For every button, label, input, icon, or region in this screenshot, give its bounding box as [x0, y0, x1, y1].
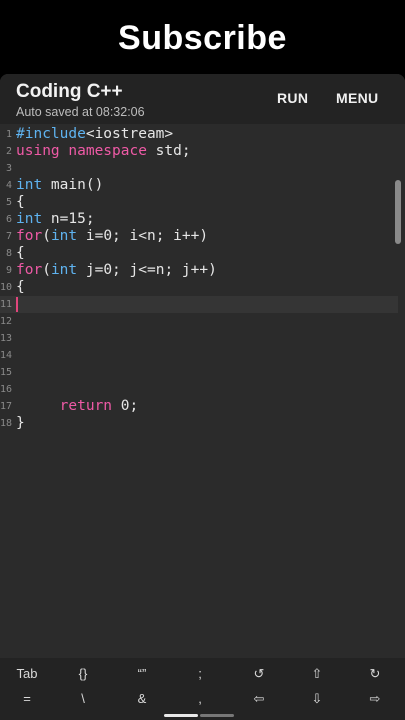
page-indicator-active — [164, 714, 198, 717]
extra-key[interactable]: ↺ — [234, 662, 284, 686]
code-token: std; — [146, 143, 191, 159]
code-keyword: return — [59, 398, 113, 414]
code-line[interactable]: 14 — [0, 347, 398, 364]
banner-title: Subscribe — [118, 18, 287, 57]
extra-key[interactable]: ⇦ — [234, 687, 284, 711]
code-text: { — [16, 279, 25, 296]
run-button[interactable]: RUN — [277, 90, 308, 106]
code-text: for(int i=0; i<n; i++) — [16, 228, 208, 245]
code-token: n=15; — [42, 211, 95, 227]
extra-key[interactable]: , — [175, 687, 225, 711]
code-line[interactable]: 16 — [0, 381, 398, 398]
extra-key[interactable]: {} — [58, 662, 108, 686]
extra-key[interactable]: “” — [117, 662, 167, 686]
extra-key[interactable]: ⇧ — [292, 662, 342, 686]
code-token: main() — [42, 177, 104, 193]
code-line[interactable]: 8{ — [0, 245, 398, 262]
code-text: int main() — [16, 177, 103, 194]
code-line[interactable]: 15 — [0, 364, 398, 381]
code-text: return 0; — [16, 398, 139, 415]
autosave-status: Auto saved at 08:32:06 — [16, 105, 145, 119]
code-editor-app: Coding C++ Auto saved at 08:32:06 RUN ME… — [0, 74, 405, 720]
code-line[interactable]: 4 int main() — [0, 177, 398, 194]
code-line[interactable]: 7 for(int i=0; i<n; i++) — [0, 228, 398, 245]
code-keyword: using namespace — [16, 143, 147, 159]
code-keyword: for — [16, 262, 43, 278]
code-line[interactable]: 18} — [0, 415, 398, 432]
code-line[interactable]: 5{ — [0, 194, 398, 211]
app-title: Coding C++ — [16, 81, 123, 102]
line-number: 10 — [0, 282, 13, 293]
code-line[interactable]: 13 — [0, 330, 398, 347]
extra-key[interactable]: Tab — [2, 662, 52, 686]
code-line[interactable]: 1 #include<iostream> — [0, 126, 398, 143]
code-line[interactable]: 10{ — [0, 279, 398, 296]
code-editor[interactable]: 1 #include<iostream> 2 using namespace std;… — [0, 124, 405, 664]
app-toolbar: Coding C++ Auto saved at 08:32:06 RUN ME… — [0, 74, 405, 124]
menu-button[interactable]: MENU — [336, 90, 378, 106]
code-keyword: for — [16, 228, 43, 244]
code-text: { — [16, 245, 25, 262]
line-number: 17 — [0, 401, 13, 412]
line-number: 13 — [0, 333, 13, 344]
code-text: } — [16, 415, 25, 432]
code-line[interactable]: 11 — [0, 296, 398, 313]
line-number: 12 — [0, 316, 13, 327]
code-token: { — [16, 279, 25, 295]
code-line[interactable]: 17 return 0; — [0, 398, 398, 415]
code-token: j=0; j<=n; j++) — [77, 262, 217, 278]
code-token: <iostream> — [85, 126, 174, 142]
code-token: { — [16, 245, 25, 261]
code-text: #include<iostream> — [16, 126, 173, 143]
extra-keys-bar: Tab{} “”; ↺ ⇧ ↻ = \ &, ⇦ ⇩ ⇨ — [0, 658, 405, 720]
line-number: 18 — [0, 418, 13, 429]
code-line[interactable]: 9 for(int j=0; j<=n; j++) — [0, 262, 398, 279]
code-line[interactable]: 3 — [0, 160, 398, 177]
code-line[interactable]: 2 using namespace std; — [0, 143, 398, 160]
extra-key[interactable]: ⇨ — [350, 687, 400, 711]
line-number: 15 — [0, 367, 13, 378]
extra-key[interactable]: \ — [58, 687, 108, 711]
extra-key[interactable]: & — [117, 687, 167, 711]
line-number: 4 — [5, 180, 12, 191]
code-text: int n=15; — [16, 211, 95, 228]
code-keyword: int — [16, 177, 43, 193]
editor-scrollbar[interactable] — [395, 180, 401, 244]
code-keyword: int — [50, 262, 78, 278]
line-number: 9 — [5, 265, 12, 276]
code-text: using namespace std; — [16, 143, 191, 160]
line-number: 14 — [0, 350, 13, 361]
code-token: { — [16, 194, 25, 210]
line-number: 5 — [5, 197, 12, 208]
extra-key[interactable]: ⇩ — [292, 687, 342, 711]
code-line[interactable]: 6 int n=15; — [0, 211, 398, 228]
code-token: ( — [42, 262, 51, 278]
code-keyword: int — [50, 228, 78, 244]
line-number: 8 — [5, 248, 12, 259]
line-number: 16 — [0, 384, 13, 395]
code-token: i=0; i<n; i++) — [77, 228, 209, 244]
line-number: 11 — [0, 299, 13, 310]
code-line[interactable]: 12 — [0, 313, 398, 330]
page-indicator — [200, 714, 234, 717]
line-number: 1 — [5, 129, 12, 140]
extra-key[interactable]: ↻ — [350, 662, 400, 686]
code-token: } — [16, 415, 25, 431]
code-token: ( — [42, 228, 51, 244]
line-number: 6 — [5, 214, 12, 225]
code-token: 0; — [112, 398, 139, 414]
line-number: 3 — [5, 163, 12, 174]
code-text: for(int j=0; j<=n; j++) — [16, 262, 217, 279]
code-keyword: #include — [16, 126, 86, 142]
subscribe-banner: Subscribe — [0, 0, 405, 76]
code-text: { — [16, 194, 25, 211]
extra-key[interactable]: ; — [175, 662, 225, 686]
code-keyword: int — [16, 211, 43, 227]
line-number: 2 — [5, 146, 12, 157]
text-cursor — [16, 297, 18, 312]
line-number: 7 — [5, 231, 12, 242]
extra-key[interactable]: = — [2, 687, 52, 711]
